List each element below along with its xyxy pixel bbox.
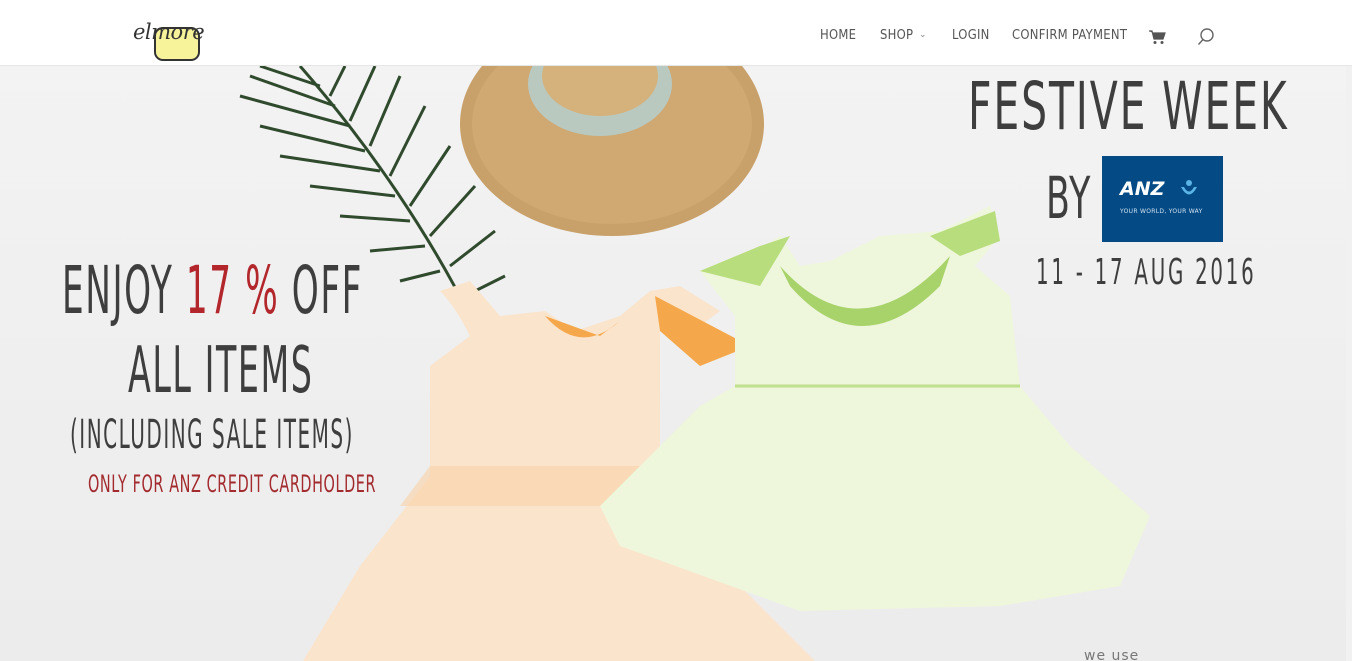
anz-logo-text: ANZ: [1120, 178, 1165, 200]
nav-home[interactable]: HOME: [820, 27, 856, 43]
promo-dates: 11 - 17 AUG 2016: [1036, 252, 1257, 293]
off-text: OFF: [279, 252, 363, 329]
promo-headline: ENJOY 17 % OFF: [62, 252, 363, 329]
search-icon[interactable]: [1196, 27, 1216, 47]
logo-text: elmore: [133, 20, 205, 44]
promo-all-items: ALL ITEMS: [128, 334, 314, 408]
enjoy-text: ENJOY: [62, 252, 186, 329]
festive-week-title: FESTIVE WEEK: [968, 68, 1289, 145]
cookie-notice-snippet: we use: [1084, 648, 1140, 661]
page-scrollbar[interactable]: [1346, 66, 1352, 661]
hero-banner[interactable]: FESTIVE WEEK BY ANZ YOUR WORLD, YOUR WAY…: [0, 66, 1346, 661]
promo-condition: ONLY FOR ANZ CREDIT CARDHOLDER: [88, 470, 377, 498]
site-header: elmore HOME SHOP LOGIN CONFIRM PAYMENT ⌄: [0, 0, 1352, 66]
cart-icon[interactable]: [1148, 29, 1166, 45]
anz-people-icon: [1181, 180, 1197, 195]
promo-including: (INCLUDING SALE ITEMS): [70, 412, 354, 458]
festive-by-text: BY: [1046, 164, 1092, 232]
site-logo[interactable]: elmore: [133, 16, 219, 62]
nav-login[interactable]: LOGIN: [952, 27, 990, 43]
anz-tagline: YOUR WORLD, YOUR WAY: [1120, 208, 1203, 215]
discount-percent: 17 %: [185, 252, 280, 329]
anz-logo: ANZ YOUR WORLD, YOUR WAY: [1102, 156, 1223, 242]
chevron-down-icon[interactable]: ⌄: [919, 30, 927, 40]
nav-shop[interactable]: SHOP: [880, 27, 913, 43]
straw-hat-image: [460, 66, 764, 236]
nav-confirm-payment[interactable]: CONFIRM PAYMENT: [1012, 27, 1127, 43]
